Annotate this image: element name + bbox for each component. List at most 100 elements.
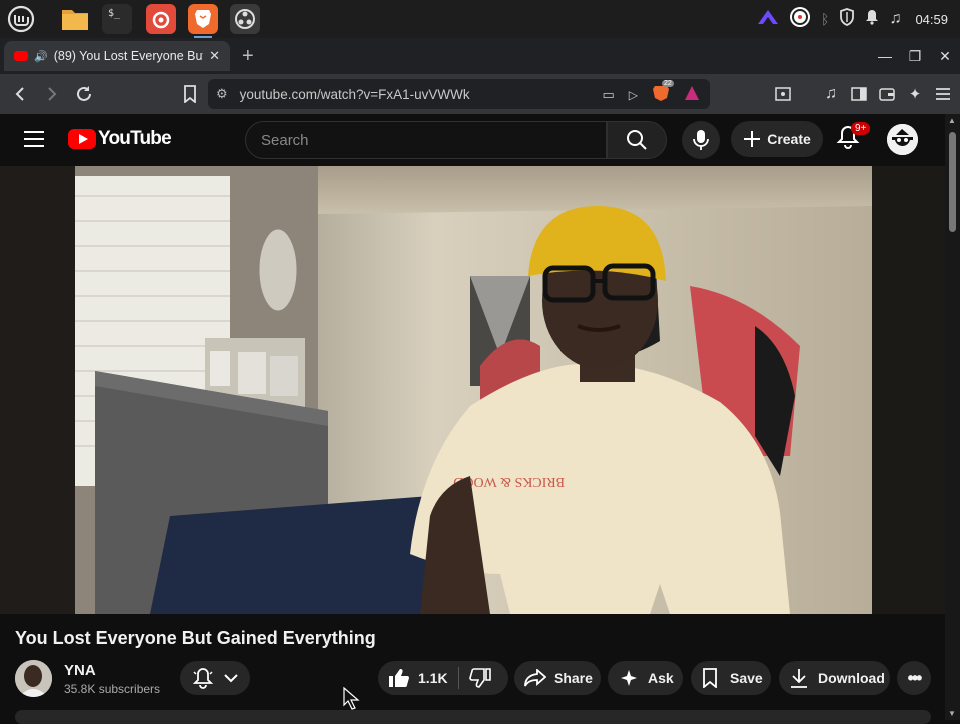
channel-name[interactable]: YNA	[64, 662, 96, 679]
save-button[interactable]: Save	[691, 661, 771, 695]
like-button[interactable]: 1.1K	[388, 668, 448, 688]
toolbar-spacer	[802, 85, 812, 103]
channel-avatar[interactable]	[15, 660, 52, 697]
voice-search-button[interactable]	[682, 121, 720, 159]
subscriber-count: 35.8K subscribers	[64, 682, 161, 696]
back-button[interactable]	[6, 80, 34, 108]
create-button[interactable]: Create	[731, 121, 823, 157]
browser-tabbar: 🔊 (89) You Lost Everyone But Gained Ever…	[0, 38, 960, 74]
wallet-icon[interactable]	[878, 85, 896, 103]
music-icon[interactable]: ♫	[889, 10, 901, 28]
mint-menu-icon[interactable]	[6, 4, 36, 34]
minimize-icon[interactable]: —	[870, 48, 900, 64]
forward-button[interactable]	[38, 80, 66, 108]
sparkle-icon	[621, 670, 637, 686]
mouse-cursor-icon	[342, 686, 360, 715]
menu-icon[interactable]	[934, 85, 952, 103]
bluetooth-icon[interactable]: ᛒ	[821, 11, 829, 27]
toolbar-right: ♫ ✦	[774, 74, 952, 114]
obs-icon[interactable]	[230, 4, 260, 34]
dislike-button[interactable]	[468, 668, 491, 688]
scrollbar-thumb[interactable]	[949, 132, 956, 232]
clock[interactable]: 04:59	[915, 12, 948, 27]
share-button[interactable]: Share	[514, 661, 601, 695]
leo-ai-icon[interactable]: ✦	[906, 85, 924, 103]
download-label: Download	[818, 670, 885, 686]
chevron-down-icon	[224, 674, 238, 683]
share-label: Share	[554, 670, 593, 686]
media-icon[interactable]: ♫	[822, 85, 840, 103]
tab-title: (89) You Lost Everyone But Gained Everyt…	[53, 49, 203, 63]
video-title: You Lost Everyone But Gained Everything	[15, 628, 376, 648]
page-scrollbar[interactable]: ▲ ▼	[945, 114, 960, 720]
bookmark-button[interactable]	[176, 80, 204, 108]
firefox-icon[interactable]	[146, 4, 176, 34]
proton-vpn-icon[interactable]	[757, 9, 779, 30]
brave-shields-icon[interactable]: 22	[652, 80, 674, 105]
microphone-icon	[693, 130, 709, 150]
system-tray: ᛒ ♫ 04:59	[757, 0, 948, 38]
scroll-down-arrow-icon[interactable]: ▼	[948, 709, 956, 718]
like-divider	[457, 667, 459, 689]
notification-badge: 9+	[851, 122, 871, 135]
notifications-button[interactable]: 9+	[836, 122, 871, 152]
like-count: 1.1K	[418, 670, 448, 686]
new-tab-button[interactable]: +	[242, 45, 254, 68]
guide-menu-icon[interactable]	[24, 131, 44, 147]
bookmark-icon	[703, 668, 717, 688]
video-player[interactable]: BRICKS & WOOD	[0, 166, 945, 614]
bell-icon	[192, 668, 214, 689]
reload-button[interactable]	[70, 80, 98, 108]
files-icon[interactable]	[60, 4, 90, 34]
ask-button[interactable]: Ask	[608, 661, 683, 695]
search-input[interactable]: Search	[245, 121, 607, 159]
shield-icon[interactable]	[839, 7, 855, 31]
scroll-up-arrow-icon[interactable]: ▲	[948, 116, 956, 125]
obs-tray-icon[interactable]	[789, 6, 811, 33]
site-settings-icon[interactable]: ⚙	[216, 86, 228, 102]
search-icon	[627, 130, 647, 150]
download-button[interactable]: Download	[779, 661, 890, 695]
share-icon	[524, 669, 546, 687]
shields-badge: 22	[662, 80, 674, 87]
address-bar[interactable]: ⚙ youtube.com/watch?v=FxA1-uvVWWk ▭ ▷ 22	[208, 79, 710, 109]
brave-rewards-icon[interactable]	[684, 85, 700, 104]
audio-playing-icon[interactable]: 🔊	[34, 50, 48, 63]
ask-label: Ask	[648, 670, 674, 686]
close-tab-icon[interactable]: ✕	[209, 48, 220, 64]
omnibox-actions: ▭ ▷ 22	[602, 80, 700, 105]
sidebar-icon[interactable]	[850, 85, 868, 103]
description-box[interactable]	[15, 710, 931, 724]
youtube-play-logo-icon	[68, 129, 96, 149]
youtube-favicon	[14, 51, 28, 61]
youtube-header: YouTube Search Create 9+	[0, 114, 945, 166]
send-icon[interactable]: ▷	[629, 88, 638, 102]
plus-icon	[744, 131, 761, 147]
logo-text: YouTube	[98, 128, 172, 149]
brave-icon[interactable]	[188, 4, 218, 38]
more-actions-button[interactable]: •••	[897, 661, 931, 695]
terminal-icon[interactable]: $_	[102, 4, 132, 34]
taskbar: $_ ᛒ ♫ 04:59	[0, 0, 960, 38]
url-text[interactable]: youtube.com/watch?v=FxA1-uvVWWk	[240, 87, 470, 102]
browser-tab-youtube[interactable]: 🔊 (89) You Lost Everyone But Gained Ever…	[4, 41, 230, 71]
thumbs-down-icon	[468, 668, 491, 688]
account-avatar[interactable]	[887, 124, 918, 155]
subscribed-button[interactable]	[180, 661, 250, 695]
window-controls: — ❐ ✕	[870, 38, 960, 74]
save-label: Save	[730, 670, 763, 686]
reader-mode-icon[interactable]	[774, 85, 792, 103]
notifications-bell-icon[interactable]	[865, 9, 879, 30]
close-window-icon[interactable]: ✕	[930, 48, 960, 65]
maximize-icon[interactable]: ❐	[900, 48, 930, 65]
thumbs-up-icon	[389, 669, 409, 687]
search-placeholder: Search	[261, 131, 309, 149]
cast-icon[interactable]: ▭	[602, 87, 614, 103]
create-label: Create	[767, 131, 811, 147]
like-dislike-group: 1.1K	[378, 661, 508, 695]
search-button[interactable]	[607, 121, 667, 159]
youtube-logo[interactable]: YouTube	[68, 128, 172, 150]
browser-toolbar: ⚙ youtube.com/watch?v=FxA1-uvVWWk ▭ ▷ 22…	[0, 74, 960, 114]
more-horizontal-icon: •••	[907, 667, 923, 688]
video-frame-image: BRICKS & WOOD	[0, 166, 945, 614]
